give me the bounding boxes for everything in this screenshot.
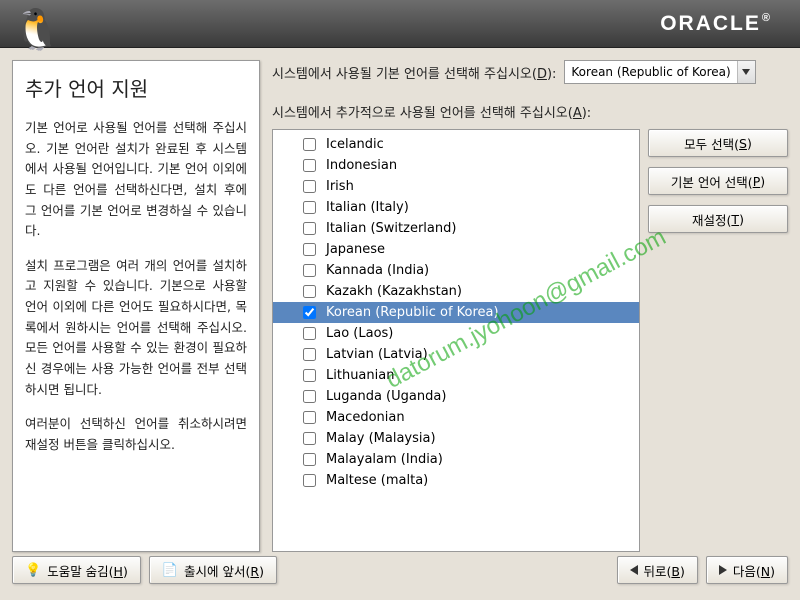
language-label: Luganda (Uganda) xyxy=(326,389,446,404)
triangle-right-icon xyxy=(719,565,727,575)
language-label: Latvian (Latvia) xyxy=(326,347,428,362)
language-item[interactable]: Indonesian xyxy=(273,155,639,176)
language-label: Irish xyxy=(326,179,354,194)
help-paragraph-1: 기본 언어로 사용될 언어를 선택해 주십시오. 기본 언어란 설치가 완료된 … xyxy=(25,118,247,242)
language-label: Malayalam (India) xyxy=(326,452,443,467)
reset-button[interactable]: 재설정(T) xyxy=(648,205,788,233)
language-checkbox[interactable] xyxy=(303,390,316,403)
language-label: Macedonian xyxy=(326,410,405,425)
side-buttons: 모두 선택(S) 기본 언어 선택(P) 재설정(T) xyxy=(648,129,788,552)
language-checkbox[interactable] xyxy=(303,138,316,151)
language-item[interactable]: Icelandic xyxy=(273,134,639,155)
language-checkbox[interactable] xyxy=(303,222,316,235)
language-checkbox[interactable] xyxy=(303,264,316,277)
help-paragraph-2: 설치 프로그램은 여러 개의 언어를 설치하고 지원할 수 있습니다. 기본으로… xyxy=(25,256,247,400)
release-notes-button[interactable]: 📄 출시에 앞서(R) xyxy=(149,556,277,584)
language-label: Icelandic xyxy=(326,137,384,152)
language-item[interactable]: Kannada (India) xyxy=(273,260,639,281)
back-button[interactable]: 뒤로(B) xyxy=(617,556,698,584)
language-checkbox[interactable] xyxy=(303,159,316,172)
document-icon: 📄 xyxy=(162,563,178,578)
languages-listbox[interactable]: Icelandic Indonesian Irish Italian (Italy) I… xyxy=(273,130,639,551)
language-item[interactable]: Irish xyxy=(273,176,639,197)
language-label: Japanese xyxy=(326,242,385,257)
language-label: Italian (Switzerland) xyxy=(326,221,456,236)
language-item[interactable]: Luganda (Uganda) xyxy=(273,386,639,407)
oracle-logo-text: ORACLE xyxy=(660,12,761,35)
lightbulb-icon: 💡 xyxy=(25,563,41,578)
language-label: Indonesian xyxy=(326,158,397,173)
language-item[interactable]: Latvian (Latvia) xyxy=(273,344,639,365)
language-checkbox[interactable] xyxy=(303,369,316,382)
language-item[interactable]: Malayalam (India) xyxy=(273,449,639,470)
top-bar: ORACLE® xyxy=(0,0,800,48)
registered-mark: ® xyxy=(762,12,772,24)
language-label: Malay (Malaysia) xyxy=(326,431,436,446)
oracle-logo: ORACLE® xyxy=(660,12,772,36)
select-default-button[interactable]: 기본 언어 선택(P) xyxy=(648,167,788,195)
language-checkbox[interactable] xyxy=(303,327,316,340)
language-checkbox[interactable] xyxy=(303,201,316,214)
language-checkbox[interactable] xyxy=(303,306,316,319)
default-language-row: 시스템에서 사용될 기본 언어를 선택해 주십시오(D): Korean (Re… xyxy=(272,60,788,84)
language-item[interactable]: Macedonian xyxy=(273,407,639,428)
bottom-bar: 💡 도움말 숨김(H) 📄 출시에 앞서(R) 뒤로(B) 다음(N) xyxy=(0,552,800,588)
next-button[interactable]: 다음(N) xyxy=(706,556,788,584)
default-language-combo[interactable]: Korean (Republic of Korea) xyxy=(564,60,755,84)
triangle-left-icon xyxy=(630,565,638,575)
language-item[interactable]: Malay (Malaysia) xyxy=(273,428,639,449)
main-content: 추가 언어 지원 기본 언어로 사용될 언어를 선택해 주십시오. 기본 언어란… xyxy=(0,48,800,552)
language-label: Korean (Republic of Korea) xyxy=(326,305,499,320)
help-panel: 추가 언어 지원 기본 언어로 사용될 언어를 선택해 주십시오. 기본 언어란… xyxy=(12,60,260,552)
language-checkbox[interactable] xyxy=(303,180,316,193)
language-label: Maltese (malta) xyxy=(326,473,428,488)
language-label: Lao (Laos) xyxy=(326,326,393,341)
language-item[interactable]: Maltese (malta) xyxy=(273,470,639,491)
chevron-down-icon xyxy=(737,61,755,83)
language-item[interactable]: Japanese xyxy=(273,239,639,260)
additional-languages-label: 시스템에서 추가적으로 사용될 언어를 선택해 주십시오(A): xyxy=(272,102,788,121)
language-checkbox[interactable] xyxy=(303,432,316,445)
tux-icon: 🐧 xyxy=(12,6,62,53)
language-label: Kazakh (Kazakhstan) xyxy=(326,284,462,299)
languages-listbox-frame: Icelandic Indonesian Irish Italian (Italy) I… xyxy=(272,129,640,552)
language-label: Italian (Italy) xyxy=(326,200,409,215)
languages-row: Icelandic Indonesian Irish Italian (Italy) I… xyxy=(272,129,788,552)
language-checkbox[interactable] xyxy=(303,453,316,466)
language-item[interactable]: Lao (Laos) xyxy=(273,323,639,344)
default-language-label: 시스템에서 사용될 기본 언어를 선택해 주십시오(D): xyxy=(272,63,556,82)
default-language-value: Korean (Republic of Korea) xyxy=(565,65,736,79)
language-checkbox[interactable] xyxy=(303,243,316,256)
language-item[interactable]: Italian (Italy) xyxy=(273,197,639,218)
language-checkbox[interactable] xyxy=(303,348,316,361)
language-item[interactable]: Italian (Switzerland) xyxy=(273,218,639,239)
help-paragraph-3: 여러분이 선택하신 언어를 취소하시려면 재설정 버튼을 클릭하십시오. xyxy=(25,414,247,455)
hide-help-button[interactable]: 💡 도움말 숨김(H) xyxy=(12,556,141,584)
language-checkbox[interactable] xyxy=(303,474,316,487)
language-checkbox[interactable] xyxy=(303,411,316,424)
help-title: 추가 언어 지원 xyxy=(25,73,247,102)
language-item[interactable]: Kazakh (Kazakhstan) xyxy=(273,281,639,302)
language-label: Lithuanian xyxy=(326,368,394,383)
language-checkbox[interactable] xyxy=(303,285,316,298)
language-label: Kannada (India) xyxy=(326,263,429,278)
form-area: 시스템에서 사용될 기본 언어를 선택해 주십시오(D): Korean (Re… xyxy=(272,60,788,552)
select-all-button[interactable]: 모두 선택(S) xyxy=(648,129,788,157)
language-item[interactable]: Korean (Republic of Korea) xyxy=(273,302,639,323)
language-item[interactable]: Lithuanian xyxy=(273,365,639,386)
